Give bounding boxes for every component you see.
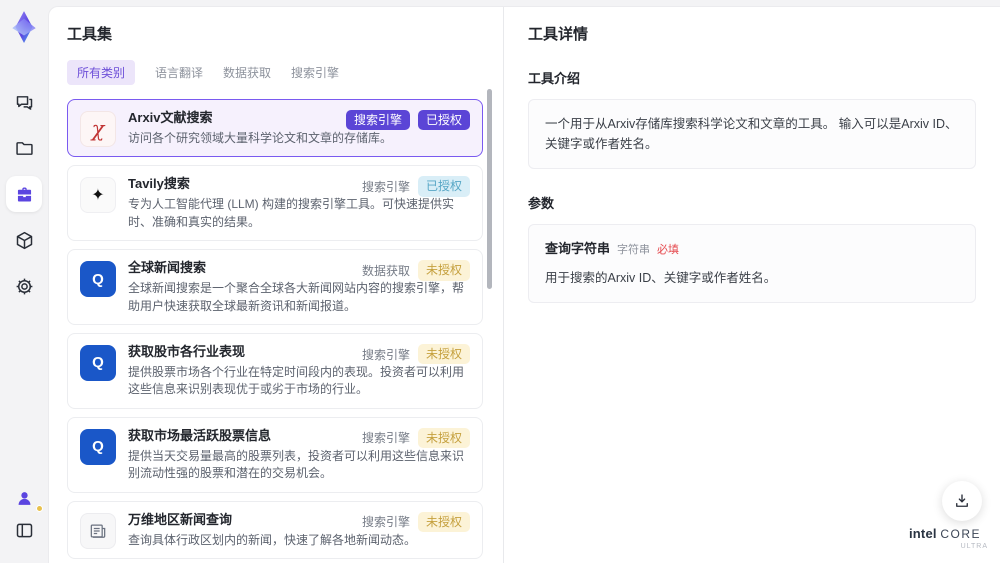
param-type: 字符串	[617, 244, 651, 256]
param-box: 查询字符串 字符串 必填 用于搜索的Arxiv ID、关键字或作者姓名。	[528, 224, 976, 303]
tool-card-global-news-search[interactable]: Q 全球新闻搜索 全球新闻搜索是一个聚合全球各大新闻网站内容的搜索引擎，帮助用户…	[67, 249, 483, 325]
intro-box: 一个用于从Arxiv存储库搜索科学论文和文章的工具。 输入可以是Arxiv ID…	[528, 99, 976, 169]
tools-panel-title: 工具集	[67, 26, 113, 43]
nav-toolbox-icon[interactable]	[6, 176, 42, 212]
category-tabs: 所有类别 语言翻译 数据获取 搜索引擎	[67, 60, 485, 85]
tool-description: 提供股票市场各个行业在特定时间段内的表现。投资者可以利用这些信息来识别表现优于或…	[128, 364, 465, 397]
auth-status-badge: 未授权	[417, 343, 470, 365]
category-label: 搜索引擎	[361, 347, 410, 362]
user-avatar-icon[interactable]	[6, 483, 43, 513]
user-status-dot	[36, 505, 43, 512]
auth-status-badge: 未授权	[417, 260, 470, 281]
tool-description: 专为人工智能代理 (LLM) 构建的搜索引擎工具。可快速提供实时、准确和真实的结…	[128, 197, 455, 229]
tool-card-most-active-stocks[interactable]: Q 获取市场最活跃股票信息 提供当天交易量最高的股票列表，投资者可以利用这些信息…	[67, 416, 483, 493]
arxiv-logo-icon: χ	[80, 111, 116, 147]
auth-status-badge: 未授权	[417, 511, 470, 532]
nav-settings-gear-icon[interactable]	[6, 268, 42, 304]
param-name: 查询字符串	[545, 241, 611, 256]
tool-description: 访问各个研究领域大量科学论文和文章的存储库。	[128, 131, 393, 145]
params-heading: 参数	[528, 196, 555, 211]
download-button[interactable]	[942, 481, 982, 521]
details-title: 工具详情	[528, 26, 589, 43]
category-label: 搜索引擎	[361, 515, 410, 530]
tool-description: 全球新闻搜索是一个聚合全球各大新闻网站内容的搜索引擎，帮助用户快速获取全球最新资…	[128, 281, 465, 313]
tool-card-stock-sector-performance[interactable]: Q 获取股市各行业表现 提供股票市场各个行业在特定时间段内的表现。投资者可以利用…	[67, 332, 483, 409]
tool-description: 提供当天交易量最高的股票列表，投资者可以利用这些信息来识别流动性强的股票和潜在的…	[128, 448, 465, 481]
nav-folder-icon[interactable]	[6, 130, 42, 166]
category-label: 搜索引擎	[361, 180, 410, 195]
auth-status-badge: 已授权	[417, 176, 470, 197]
category-label: 搜索引擎	[361, 431, 410, 446]
list-scrollbar-thumb[interactable]	[487, 89, 492, 289]
tools-list-panel: 工具集 所有类别 语言翻译 数据获取 搜索引擎 χ Arxiv文献搜索 访问各个…	[49, 7, 504, 563]
tool-description: 查询具体行政区划内的新闻，快速了解各地新闻动态。	[128, 532, 417, 547]
tab-data-acquisition[interactable]: 数据获取	[223, 60, 271, 85]
newspaper-icon	[80, 512, 116, 549]
param-required-flag: 必填	[657, 244, 680, 256]
tab-search-engine[interactable]: 搜索引擎	[291, 60, 339, 85]
intel-core-logo: intel CORE ULTRA	[908, 526, 988, 551]
category-badge: 搜索引擎	[345, 110, 410, 131]
news-search-icon: Q	[80, 344, 116, 381]
param-description: 用于搜索的Arxiv ID、关键字或作者姓名。	[545, 270, 777, 285]
tavily-star-icon: ✦	[80, 177, 116, 214]
tool-card-regional-news-query[interactable]: 万维地区新闻查询 查询具体行政区划内的新闻，快速了解各地新闻动态。 搜索引擎 未…	[67, 500, 483, 559]
panel-toggle-icon[interactable]	[6, 515, 42, 545]
nav-cube-icon[interactable]	[6, 222, 42, 258]
tool-details-panel: 工具详情 工具介绍 一个用于从Arxiv存储库搜索科学论文和文章的工具。 输入可…	[504, 7, 1000, 563]
main-surface: 工具集 所有类别 语言翻译 数据获取 搜索引擎 χ Arxiv文献搜索 访问各个…	[48, 6, 1000, 563]
category-label: 数据获取	[361, 263, 410, 278]
tab-all-categories[interactable]: 所有类别	[67, 60, 136, 85]
tool-card-tavily-search[interactable]: ✦ Tavily搜索 专为人工智能代理 (LLM) 构建的搜索引擎工具。可快速提…	[67, 165, 483, 242]
tab-language-translation[interactable]: 语言翻译	[155, 60, 203, 85]
tool-card-arxiv-search[interactable]: χ Arxiv文献搜索 访问各个研究领域大量科学论文和文章的存储库。 搜索引擎 …	[67, 99, 483, 158]
news-search-icon: Q	[80, 261, 116, 298]
app-logo-icon	[7, 10, 41, 44]
auth-status-badge: 已授权	[417, 110, 470, 131]
auth-status-badge: 未授权	[417, 427, 470, 449]
nav-chat-icon[interactable]	[6, 84, 42, 120]
intro-heading: 工具介绍	[528, 71, 581, 86]
news-search-icon: Q	[80, 428, 116, 465]
left-nav-rail	[0, 0, 48, 563]
